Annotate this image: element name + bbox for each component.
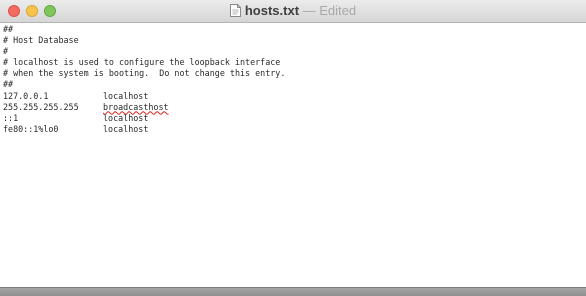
misspelled-word: broadcasthost [103,101,169,112]
host-entry-ip: 255.255.255.255 [3,101,79,112]
edited-status: Edited [319,3,357,18]
host-entry: 127.0.0.1 localhost [3,91,583,102]
comment-line: ## [3,79,14,90]
comment-line: # localhost is used to configure the loo… [3,57,281,68]
window-bottom-bar [0,287,586,296]
host-entry-ip: ::1 [3,112,19,123]
comment-line: # Host Database [3,35,79,46]
comment-line: # [3,46,9,57]
text-document-icon [229,4,241,17]
host-entry: fe80::1%lo0 localhost [3,124,583,135]
host-entry-name: localhost [103,123,149,134]
host-entry: 255.255.255.255 broadcasthost [3,102,583,113]
text-editor[interactable]: ## # Host Database # # localhost is used… [3,24,583,286]
host-entry-ip: fe80::1%lo0 [3,123,59,134]
comment-line: # when the system is booting. Do not cha… [3,68,286,79]
title-separator: — [299,3,320,18]
host-entry-name: localhost [103,90,149,101]
textedit-window: hosts.txt — Edited ## # Host Database # … [0,0,586,296]
title-bar[interactable]: hosts.txt — Edited [0,0,586,23]
host-entry-name: localhost [103,112,149,123]
window-title: hosts.txt — Edited [0,3,586,19]
comment-line: ## [3,24,14,34]
host-entry-ip: 127.0.0.1 [3,90,49,101]
host-entry: ::1 localhost [3,113,583,124]
document-filename: hosts.txt [244,3,300,18]
